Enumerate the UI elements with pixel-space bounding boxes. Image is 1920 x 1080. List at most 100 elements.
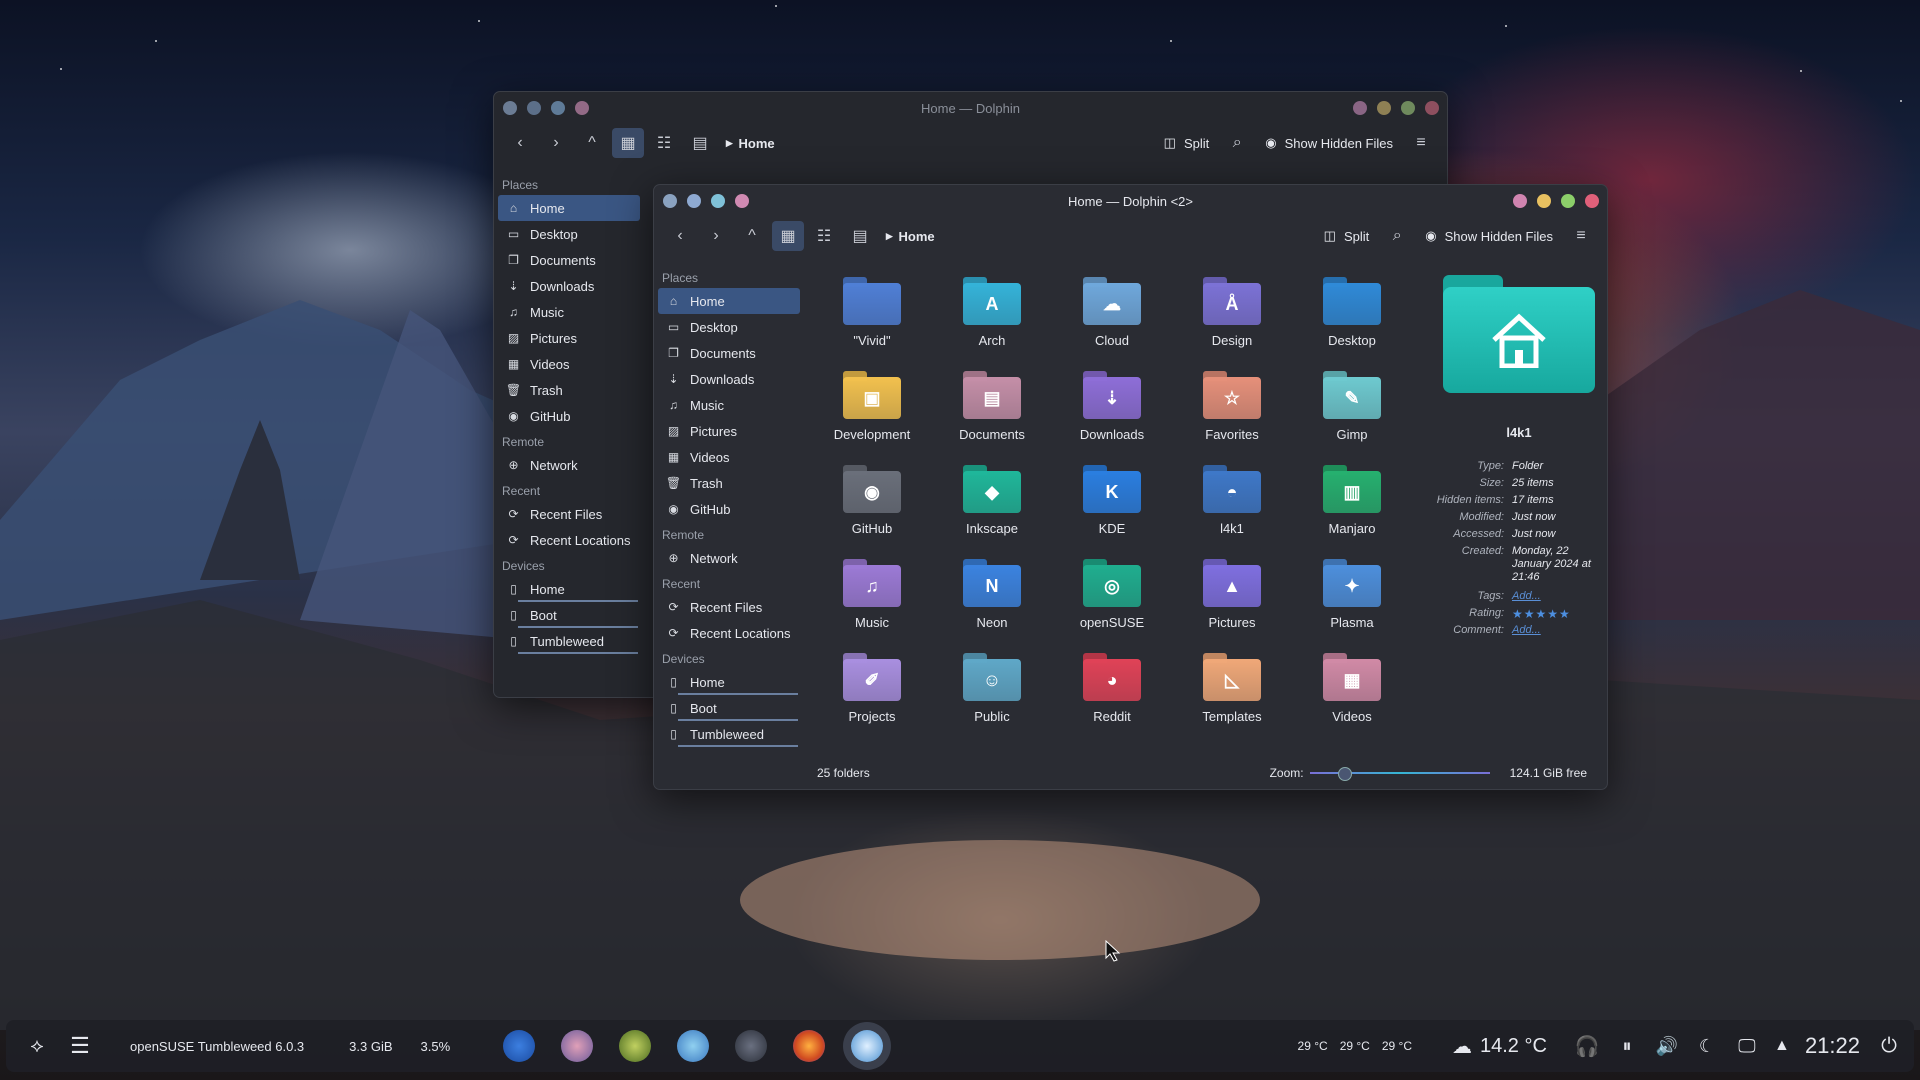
show-hidden-button[interactable]: ◉ Show Hidden Files bbox=[1257, 135, 1401, 151]
sidebar-item-desktop[interactable]: ▭ Desktop bbox=[498, 221, 640, 247]
sidebar-item-device-home[interactable]: ▯ Home bbox=[498, 576, 640, 602]
tray-expand-chevron-icon[interactable]: ▲ bbox=[1767, 1037, 1797, 1055]
folder-item[interactable]: ♫ Music bbox=[817, 559, 927, 630]
breadcrumb[interactable]: ▸ Home bbox=[726, 135, 775, 151]
sidebar-item-trash[interactable]: 🗑 Trash bbox=[498, 377, 640, 403]
folder-item[interactable]: ▣ Development bbox=[817, 371, 927, 442]
sidebar-item-network[interactable]: ⊕ Network bbox=[658, 545, 800, 571]
up-icon[interactable]: ^ bbox=[576, 128, 608, 158]
up-icon[interactable]: ^ bbox=[736, 221, 768, 251]
help-button[interactable] bbox=[1513, 194, 1527, 208]
sidebar-item-music[interactable]: ♫ Music bbox=[498, 299, 640, 325]
folder-item[interactable]: ◕ Reddit bbox=[1057, 653, 1167, 724]
folder-item[interactable]: ✎ Gimp bbox=[1297, 371, 1407, 442]
system-monitor-icon[interactable] bbox=[503, 1030, 536, 1062]
headphones-icon[interactable]: 🎧 bbox=[1567, 1034, 1607, 1059]
maximize-button[interactable] bbox=[1401, 101, 1415, 115]
sidebar-item-recent-locations[interactable]: ⟳ Recent Locations bbox=[498, 527, 640, 553]
folder-item[interactable]: ✐ Projects bbox=[817, 653, 927, 724]
icons-view-icon[interactable]: ▦ bbox=[772, 221, 804, 251]
minimize-button[interactable] bbox=[1537, 194, 1551, 208]
folder-item[interactable]: ▲ Pictures bbox=[1177, 559, 1287, 630]
sidebar-item-trash[interactable]: 🗑 Trash bbox=[658, 470, 800, 496]
folder-item[interactable]: ◎ openSUSE bbox=[1057, 559, 1167, 630]
sidebar-item-github[interactable]: ◉ GitHub bbox=[658, 496, 800, 522]
sidebar-item-home[interactable]: ⌂ Home bbox=[658, 288, 800, 314]
folder-item[interactable]: "Vivid" bbox=[817, 277, 927, 348]
app-menu-button[interactable] bbox=[663, 194, 677, 208]
sidebar-item-recent-locations[interactable]: ⟳ Recent Locations bbox=[658, 620, 800, 646]
zoom-slider-handle[interactable] bbox=[1338, 767, 1353, 781]
rating-stars[interactable]: ★★★★★ bbox=[1512, 607, 1571, 624]
folder-item[interactable]: ☆ Favorites bbox=[1177, 371, 1287, 442]
kdeconnect-icon[interactable]: ☾ bbox=[1687, 1036, 1727, 1057]
sidebar-item-music[interactable]: ♫ Music bbox=[658, 392, 800, 418]
sidebar-item-github[interactable]: ◉ GitHub bbox=[498, 403, 640, 429]
dolphin-icon[interactable] bbox=[851, 1030, 884, 1062]
app-icon-blue-ball[interactable] bbox=[677, 1030, 710, 1062]
weather-temperature[interactable]: 14.2 °C bbox=[1480, 1035, 1547, 1058]
media-pause-icon[interactable]: ⏸ bbox=[1607, 1036, 1647, 1057]
folder-item[interactable]: A Arch bbox=[937, 277, 1047, 348]
folder-item[interactable]: ◓ l4k1 bbox=[1177, 465, 1287, 536]
folder-item[interactable]: Desktop bbox=[1297, 277, 1407, 348]
folder-item[interactable]: Å Design bbox=[1177, 277, 1287, 348]
pin-button[interactable] bbox=[687, 194, 701, 208]
sidebar-item-recent-files[interactable]: ⟳ Recent Files bbox=[498, 501, 640, 527]
sidebar-item-downloads[interactable]: ⇣ Downloads bbox=[658, 366, 800, 392]
tags-add-link[interactable]: Add... bbox=[1512, 590, 1541, 607]
sidebar-item-device-tumbleweed[interactable]: ▯ Tumbleweed bbox=[658, 721, 800, 747]
sidebar-item-documents[interactable]: ❐ Documents bbox=[658, 340, 800, 366]
back-icon[interactable]: ‹ bbox=[504, 128, 536, 158]
folder-item[interactable]: ☁ Cloud bbox=[1057, 277, 1167, 348]
close-button[interactable] bbox=[1425, 101, 1439, 115]
split-button[interactable]: ◫ Split bbox=[1316, 228, 1378, 244]
shade-button[interactable] bbox=[735, 194, 749, 208]
pin-button[interactable] bbox=[527, 101, 541, 115]
search-icon[interactable]: ⌕ bbox=[1221, 128, 1253, 158]
split-button[interactable]: ◫ Split bbox=[1156, 135, 1218, 151]
app-menu-button[interactable] bbox=[503, 101, 517, 115]
folder-item[interactable]: ◆ Inkscape bbox=[937, 465, 1047, 536]
folder-item[interactable]: K KDE bbox=[1057, 465, 1167, 536]
network-tray-icon[interactable]: 🖵 bbox=[1727, 1036, 1767, 1057]
sidebar-item-device-boot[interactable]: ▯ Boot bbox=[498, 602, 640, 628]
sidebar-item-pictures[interactable]: ▨ Pictures bbox=[498, 325, 640, 351]
minimize-button[interactable] bbox=[1377, 101, 1391, 115]
sidebar-item-network[interactable]: ⊕ Network bbox=[498, 452, 640, 478]
volume-icon[interactable]: 🔊 bbox=[1647, 1036, 1687, 1057]
forward-icon[interactable]: › bbox=[540, 128, 572, 158]
close-button[interactable] bbox=[1585, 194, 1599, 208]
forward-icon[interactable]: › bbox=[700, 221, 732, 251]
details-view-icon[interactable]: ▤ bbox=[844, 221, 876, 251]
sidebar-item-desktop[interactable]: ▭ Desktop bbox=[658, 314, 800, 340]
sidebar-item-downloads[interactable]: ⇣ Downloads bbox=[498, 273, 640, 299]
sidebar-item-videos[interactable]: ▦ Videos bbox=[658, 444, 800, 470]
help-button[interactable] bbox=[1353, 101, 1367, 115]
app-icon-mascot[interactable] bbox=[561, 1030, 594, 1062]
sidebar-item-device-home[interactable]: ▯ Home bbox=[658, 669, 800, 695]
weather-icon[interactable]: ☁ bbox=[1452, 1034, 1472, 1059]
firefox-icon[interactable] bbox=[793, 1030, 826, 1062]
comment-add-link[interactable]: Add... bbox=[1512, 624, 1541, 641]
folder-item[interactable]: ☺ Public bbox=[937, 653, 1047, 724]
app-icon-settings[interactable] bbox=[735, 1030, 768, 1062]
folder-item[interactable]: ▦ Videos bbox=[1297, 653, 1407, 724]
clock[interactable]: 21:22 bbox=[1805, 1033, 1860, 1059]
sidebar-item-device-boot[interactable]: ▯ Boot bbox=[658, 695, 800, 721]
keep-above-button[interactable] bbox=[551, 101, 565, 115]
keep-above-button[interactable] bbox=[711, 194, 725, 208]
folder-item[interactable]: ✦ Plasma bbox=[1297, 559, 1407, 630]
folder-item[interactable]: ◉ GitHub bbox=[817, 465, 927, 536]
icons-view-icon[interactable]: ▦ bbox=[612, 128, 644, 158]
compact-view-icon[interactable]: ☷ bbox=[648, 128, 680, 158]
sidebar-item-pictures[interactable]: ▨ Pictures bbox=[658, 418, 800, 444]
folder-item[interactable]: ▤ Documents bbox=[937, 371, 1047, 442]
maximize-button[interactable] bbox=[1561, 194, 1575, 208]
power-icon[interactable]: ⏻ bbox=[1874, 1035, 1904, 1058]
folder-item[interactable]: ▥ Manjaro bbox=[1297, 465, 1407, 536]
show-hidden-button[interactable]: ◉ Show Hidden Files bbox=[1417, 228, 1561, 244]
folder-item[interactable]: N Neon bbox=[937, 559, 1047, 630]
back-icon[interactable]: ‹ bbox=[664, 221, 696, 251]
zoom-slider[interactable] bbox=[1309, 767, 1490, 781]
